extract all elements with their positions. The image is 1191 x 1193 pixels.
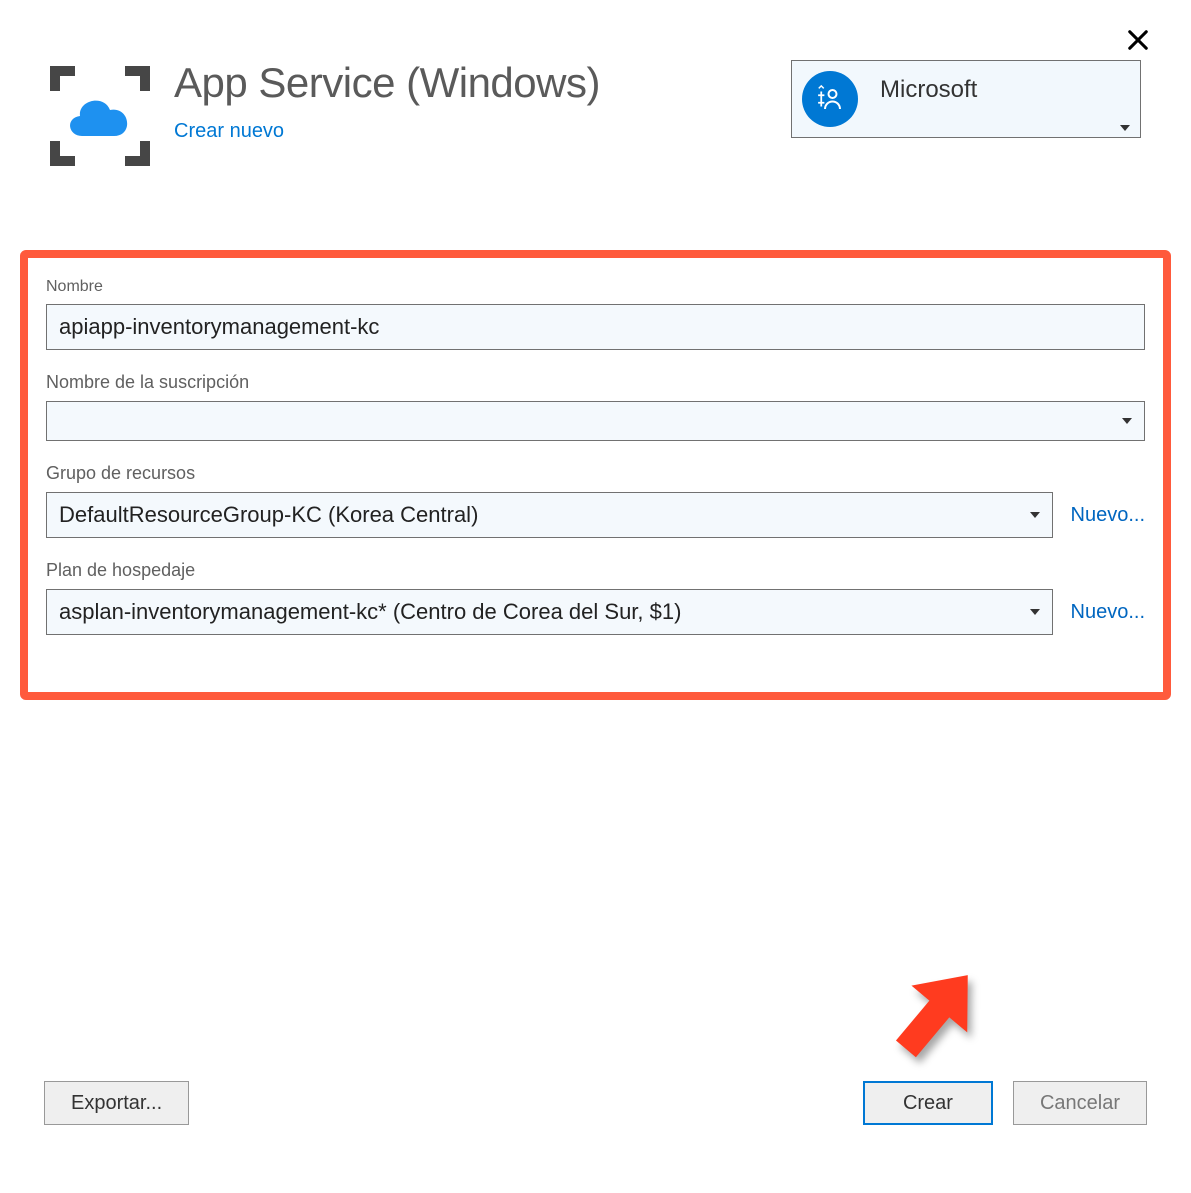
close-icon[interactable] xyxy=(1127,28,1149,56)
account-selector[interactable]: Microsoft xyxy=(791,60,1141,138)
hosting-plan-select[interactable]: asplan-inventorymanagement-kc* (Centro d… xyxy=(46,589,1053,635)
resource-group-select[interactable]: DefaultResourceGroup-KC (Korea Central) xyxy=(46,492,1053,538)
account-avatar-icon xyxy=(802,71,858,127)
hosting-plan-value: asplan-inventorymanagement-kc* (Centro d… xyxy=(59,599,681,625)
dialog-footer: Exportar... Crear Cancelar xyxy=(44,1081,1147,1125)
app-service-logo-icon xyxy=(50,66,150,166)
subscription-select[interactable] xyxy=(46,401,1145,441)
resource-group-new-link[interactable]: Nuevo... xyxy=(1071,504,1145,527)
chevron-down-icon xyxy=(1030,512,1040,518)
export-button[interactable]: Exportar... xyxy=(44,1081,189,1125)
form-panel: Nombre Nombre de la suscripción Grupo de… xyxy=(20,250,1171,700)
subscription-label: Nombre de la suscripción xyxy=(46,372,1145,393)
name-input[interactable] xyxy=(46,304,1145,350)
account-name: Microsoft xyxy=(880,76,977,104)
chevron-down-icon xyxy=(1030,609,1040,615)
name-label: Nombre xyxy=(46,278,1145,296)
cancel-button[interactable]: Cancelar xyxy=(1013,1081,1147,1125)
chevron-down-icon xyxy=(1122,418,1132,424)
chevron-down-icon xyxy=(1120,125,1130,131)
create-button[interactable]: Crear xyxy=(863,1081,993,1125)
dialog-header: App Service (Windows) Crear nuevo Micros… xyxy=(0,0,1191,166)
resource-group-value: DefaultResourceGroup-KC (Korea Central) xyxy=(59,502,478,528)
hosting-plan-new-link[interactable]: Nuevo... xyxy=(1071,601,1145,624)
dialog-subtitle: Crear nuevo xyxy=(174,120,767,143)
annotation-arrow-icon xyxy=(871,948,1001,1083)
dialog-title: App Service (Windows) xyxy=(174,60,767,106)
resource-group-label: Grupo de recursos xyxy=(46,463,1145,484)
hosting-plan-label: Plan de hospedaje xyxy=(46,560,1145,581)
